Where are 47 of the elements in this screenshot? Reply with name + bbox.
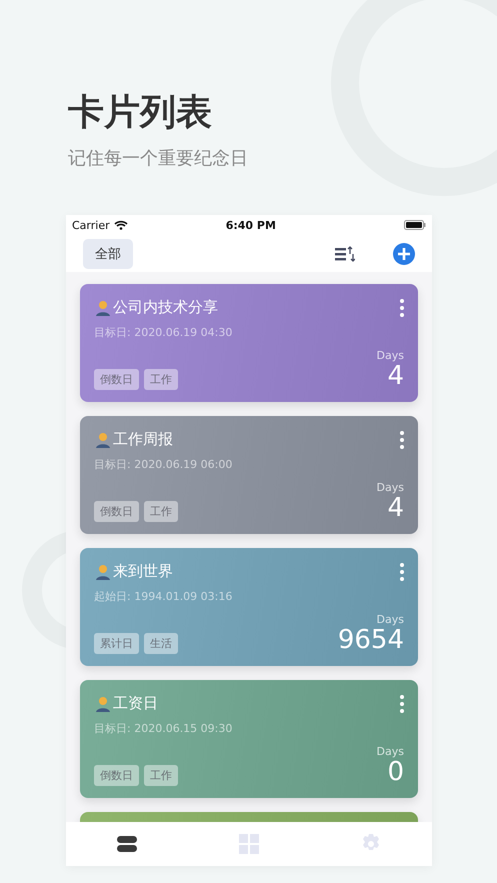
page-subtitle: 记住每一个重要纪念日 <box>68 147 249 170</box>
event-card[interactable]: 工作周报 目标日: 2020.06.19 06:00 倒数日 工作 Days 4 <box>80 416 418 534</box>
page-title: 卡片列表 <box>68 91 213 135</box>
card-tag: 累计日 <box>94 633 139 654</box>
card-tag: 工作 <box>144 369 178 390</box>
add-icon[interactable] <box>393 242 415 264</box>
card-date: 起始日: 1994.01.09 03:16 <box>94 589 234 604</box>
more-icon[interactable] <box>400 562 404 580</box>
card-title: 工作周报 <box>113 430 174 449</box>
card-date: 目标日: 2020.06.19 04:30 <box>94 325 234 340</box>
card-title: 来到世界 <box>113 562 174 581</box>
card-title: 公司内技术分享 <box>113 298 219 317</box>
sticker-icon <box>94 694 112 712</box>
days-count: 4 <box>387 362 404 390</box>
event-card[interactable]: 工资日 目标日: 2020.06.15 09:30 倒数日 工作 Days 0 <box>80 680 418 798</box>
days-label: Days <box>376 745 404 758</box>
battery-icon <box>404 220 426 230</box>
days-label: Days <box>376 349 404 362</box>
card-date: 目标日: 2020.06.15 09:30 <box>94 721 234 736</box>
card-title: 工资日 <box>113 694 159 713</box>
event-card[interactable]: 来到世界 起始日: 1994.01.09 03:16 累计日 生活 Days 9654 <box>80 548 418 666</box>
card-tag: 生活 <box>144 633 178 654</box>
more-icon[interactable] <box>400 298 404 316</box>
carrier-label: Carrier <box>72 218 110 232</box>
more-icon[interactable] <box>400 430 404 448</box>
card-date: 目标日: 2020.06.19 06:00 <box>94 457 234 472</box>
sticker-icon <box>94 298 112 316</box>
sort-icon[interactable] <box>335 246 355 262</box>
grid-icon <box>239 834 259 854</box>
card-tag: 工作 <box>144 501 178 522</box>
days-count: 9654 <box>338 626 404 654</box>
sticker-icon <box>94 430 112 448</box>
more-icon[interactable] <box>400 694 404 712</box>
status-time: 6:40 PM <box>226 218 276 232</box>
list-icon <box>117 834 137 854</box>
card-tag: 倒数日 <box>94 765 139 786</box>
days-count: 4 <box>387 494 404 522</box>
days-count: 0 <box>387 758 404 786</box>
days-label: Days <box>376 481 404 494</box>
filter-chip[interactable]: 全部 <box>83 238 133 268</box>
wifi-icon <box>114 220 128 230</box>
card-tag: 倒数日 <box>94 501 139 522</box>
card-tag: 工作 <box>144 765 178 786</box>
sticker-icon <box>94 562 112 580</box>
days-label: Days <box>376 613 404 626</box>
card-tag: 倒数日 <box>94 369 139 390</box>
event-card[interactable]: 公司内技术分享 目标日: 2020.06.19 04:30 倒数日 工作 Days 4 <box>80 284 418 402</box>
